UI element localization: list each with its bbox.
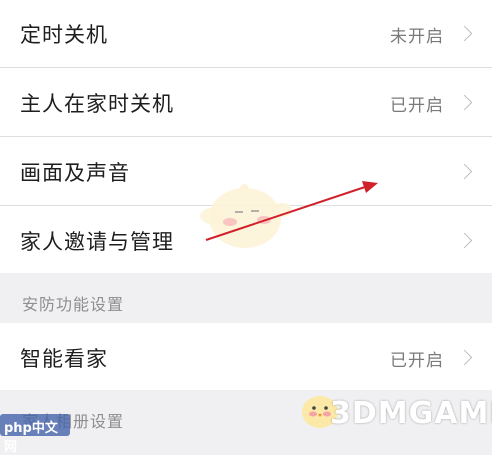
php-watermark-badge: php中文网 (0, 414, 70, 455)
php-watermark-text: php中文网 (4, 421, 58, 455)
annotation-arrow (205, 181, 378, 241)
site-watermark: 3DMGAME (330, 396, 492, 431)
